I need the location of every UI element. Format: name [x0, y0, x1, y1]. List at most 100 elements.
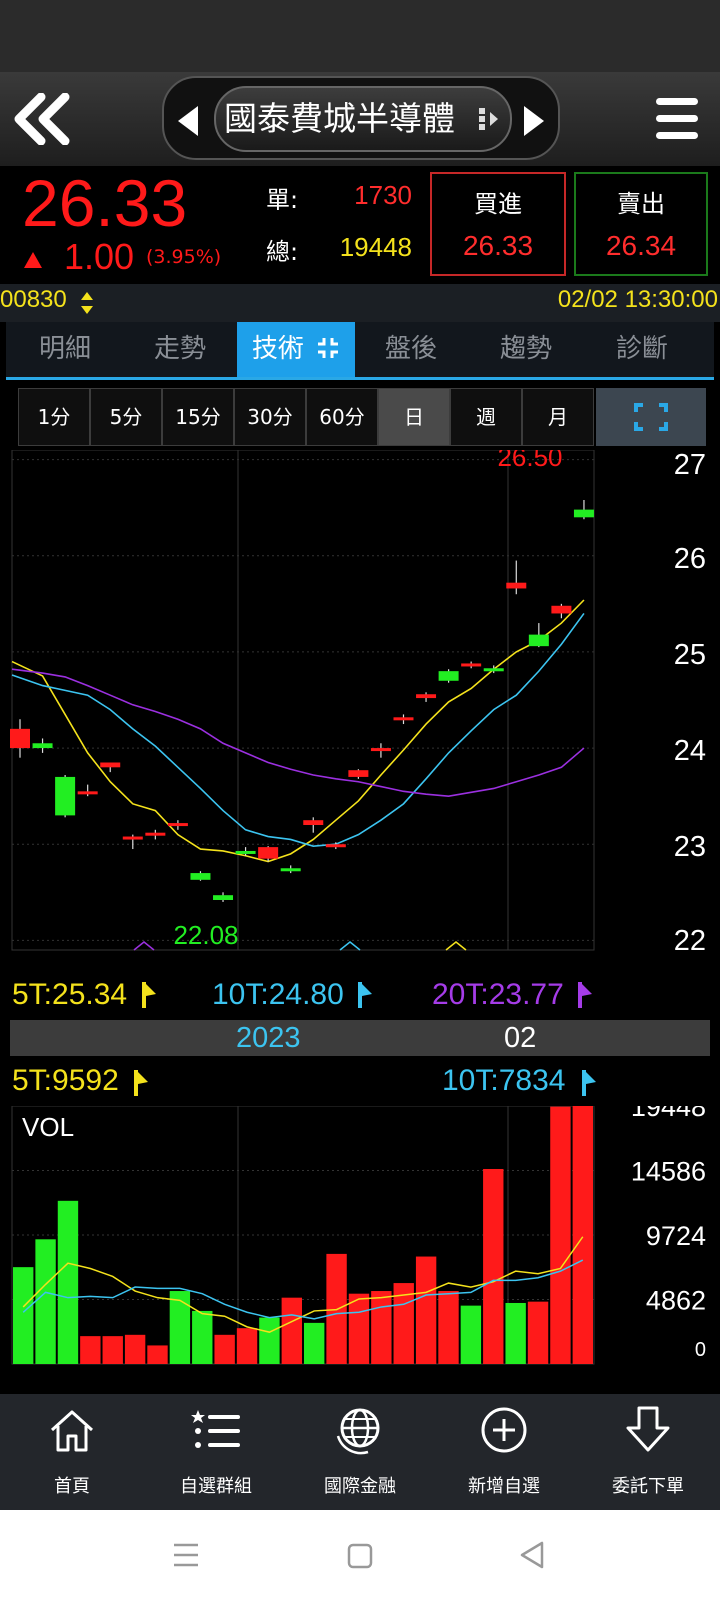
- tab-label: 明細: [38, 334, 91, 364]
- vol-ma10-marker-icon[interactable]: [582, 1070, 596, 1096]
- nav-add-watch[interactable]: 新增自選: [432, 1394, 576, 1510]
- prev-stock-button[interactable]: [178, 106, 198, 136]
- candle-body: [551, 605, 572, 614]
- candle-body: [438, 671, 459, 681]
- nav-home[interactable]: 首頁: [0, 1394, 144, 1510]
- recent-apps-icon[interactable]: [172, 1542, 200, 1568]
- candle-body: [10, 728, 30, 749]
- tab-detail[interactable]: 明細: [6, 322, 124, 377]
- nav-order[interactable]: 委託下單: [576, 1394, 720, 1510]
- nav-label: 國際金融: [324, 1476, 396, 1497]
- menu-button[interactable]: [654, 96, 702, 142]
- app-header: 國泰費城半導體: [0, 72, 720, 166]
- volume-bar: [214, 1334, 235, 1364]
- stock-selector: 國泰費城半導體: [162, 76, 560, 160]
- sell-label: 賣出: [617, 190, 665, 218]
- y-tick-label: 27: [674, 450, 706, 481]
- ma5-label: 5T:25.34: [12, 978, 128, 1011]
- sell-button[interactable]: 賣出 26.34: [574, 172, 708, 276]
- volume-bar: [505, 1302, 526, 1364]
- status-bar: [0, 0, 720, 72]
- system-nav-bar: [0, 1510, 720, 1600]
- period-1min[interactable]: 1分: [18, 388, 90, 446]
- nav-international[interactable]: 國際金融: [288, 1394, 432, 1510]
- nav-watchlist[interactable]: 自選群組: [144, 1394, 288, 1510]
- ma20-marker-icon[interactable]: [578, 982, 592, 1008]
- candle-body: [280, 868, 301, 872]
- y-tick-label: 23: [674, 831, 706, 863]
- vol-ma5-label: 5T:9592: [12, 1064, 119, 1097]
- price-chart[interactable]: 27 26 25 24 23 22 26.50 22.08: [0, 450, 720, 1020]
- bottom-nav: 首頁 自選群組 國際金融 新增自選 委託下單: [0, 1394, 720, 1510]
- candle-body: [528, 634, 549, 647]
- volume-bar: [348, 1293, 370, 1364]
- tab-diagnosis[interactable]: 診斷: [583, 322, 701, 377]
- stock-name: 國泰費城半導體: [224, 99, 455, 138]
- volume-bar: [371, 1291, 392, 1364]
- volume-chart[interactable]: 19448 14586 9724 4862 0 VOL: [0, 1106, 720, 1392]
- back-button[interactable]: [8, 88, 74, 150]
- home-icon: [50, 1410, 94, 1452]
- back-triangle-icon[interactable]: [518, 1540, 546, 1570]
- period-30min[interactable]: 30分: [234, 388, 306, 446]
- ma10-label: 10T:24.80: [212, 978, 344, 1011]
- tab-tendency[interactable]: 趨勢: [467, 322, 585, 377]
- volume-ma-legend: 5T:9592 10T:7834: [0, 1058, 600, 1106]
- candle-body: [100, 762, 121, 768]
- volume-bar: [304, 1322, 325, 1364]
- y-tick-label: 0: [695, 1339, 706, 1361]
- volume-bar: [259, 1317, 280, 1364]
- period-15min[interactable]: 15分: [162, 388, 234, 446]
- period-5min[interactable]: 5分: [90, 388, 162, 446]
- price-plot-area: [11, 450, 595, 951]
- candle-body: [348, 770, 369, 777]
- buy-price: 26.33: [462, 230, 534, 261]
- quote-panel: 26.33 1.00 (3.95%) 單: 1730 總: 19448 買進 2…: [0, 166, 720, 284]
- tab-technical[interactable]: 技術: [237, 322, 355, 377]
- month-label: 02: [504, 1022, 537, 1054]
- volume-bar: [527, 1301, 549, 1364]
- next-stock-button[interactable]: [524, 106, 544, 136]
- add-circle-icon: [481, 1407, 527, 1453]
- buy-button[interactable]: 買進 26.33: [430, 172, 566, 276]
- switch-icon[interactable]: [476, 104, 500, 134]
- tab-trend[interactable]: 走勢: [121, 322, 239, 377]
- tab-label: 趨勢: [499, 334, 552, 364]
- ma20-label: 20T:23.77: [432, 978, 564, 1011]
- tab-label: 走勢: [153, 334, 206, 364]
- volume-bar: [124, 1334, 146, 1364]
- volume-bar: [13, 1267, 34, 1364]
- volume-bar: [415, 1256, 437, 1364]
- y-tick-label: 25: [674, 639, 706, 671]
- volume-bar: [572, 1106, 593, 1364]
- candle: [438, 669, 459, 683]
- high-price-label: 26.50: [497, 450, 562, 472]
- volume-title: VOL: [22, 1112, 74, 1142]
- home-square-icon[interactable]: [346, 1542, 374, 1570]
- fullscreen-icon: [634, 403, 668, 431]
- vol-ma5-marker-icon[interactable]: [134, 1070, 148, 1096]
- period-day[interactable]: 日: [378, 388, 450, 446]
- total-volume-label: 總:: [266, 238, 299, 266]
- price-ma-legend: 5T:25.34 10T:24.80 20T:23.77: [0, 970, 600, 1020]
- ma5-marker-icon[interactable]: [142, 982, 156, 1008]
- volume-bar: [102, 1336, 123, 1364]
- ma10-marker-icon[interactable]: [358, 982, 372, 1008]
- tab-after-hours[interactable]: 盤後: [352, 322, 470, 377]
- volume-bar: [169, 1291, 191, 1364]
- candle-body: [167, 823, 188, 827]
- tab-label: 診斷: [615, 334, 668, 364]
- price-change: 1.00: [64, 236, 135, 277]
- candle-body: [461, 663, 482, 667]
- globe-icon: [336, 1408, 380, 1455]
- candle-body: [416, 694, 437, 699]
- candle: [55, 775, 76, 818]
- volume-bar: [80, 1336, 101, 1364]
- period-60min[interactable]: 60分: [306, 388, 378, 446]
- candle-body: [258, 847, 279, 859]
- period-week[interactable]: 週: [450, 388, 522, 446]
- period-month[interactable]: 月: [522, 388, 594, 446]
- candle-body: [32, 743, 53, 749]
- fullscreen-button[interactable]: [596, 388, 706, 446]
- sort-updown-icon[interactable]: [80, 290, 94, 316]
